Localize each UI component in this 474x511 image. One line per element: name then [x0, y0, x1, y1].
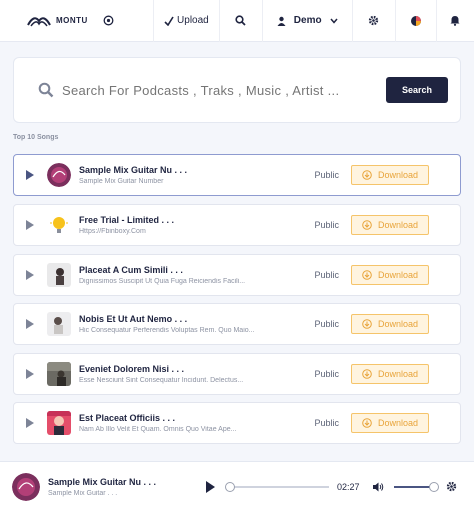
search-icon	[235, 15, 246, 26]
player-title[interactable]: Sample Mix Guitar Nu . . .	[48, 477, 198, 487]
time-display: 02:27	[337, 481, 360, 492]
download-label: Download	[377, 319, 419, 329]
download-label: Download	[377, 270, 419, 280]
download-icon	[362, 220, 372, 230]
theme-toggle-button[interactable]	[394, 0, 436, 42]
song-row[interactable]: Est Placeat Officiis . . . Nam Ab Illo V…	[13, 402, 461, 444]
song-subtitle: Https://Fbinboxy.Com	[79, 228, 146, 235]
target-icon	[103, 15, 114, 26]
player-info: Sample Mix Guitar Nu . . . Sample Mix Gu…	[48, 477, 198, 497]
song-info: Placeat A Cum Simili . . . Dignissimos S…	[79, 265, 275, 285]
volume-knob[interactable]	[428, 481, 439, 492]
target-button[interactable]	[89, 0, 128, 42]
section-title: Top 10 Songs	[13, 134, 59, 141]
song-subtitle: Sample Mix Guitar Number	[79, 178, 164, 185]
song-thumbnail	[47, 312, 71, 336]
logo[interactable]: MONTU	[0, 13, 89, 29]
song-title[interactable]: Est Placeat Officiis . . .	[79, 413, 275, 423]
user-menu[interactable]: Demo	[261, 0, 352, 42]
user-icon	[277, 16, 286, 26]
download-button[interactable]: Download	[351, 314, 429, 334]
settings-button[interactable]	[351, 0, 395, 42]
upload-label: Upload	[177, 15, 209, 26]
audio-player: Sample Mix Guitar Nu . . . Sample Mix Gu…	[0, 461, 474, 511]
logo-text: MONTU	[56, 16, 88, 25]
notifications-button[interactable]	[435, 0, 474, 42]
song-subtitle: Dignissimos Suscipit Ut Quia Fuga Reicie…	[79, 278, 246, 285]
visibility-label: Public	[314, 170, 339, 180]
progress-bar[interactable]	[225, 481, 329, 492]
visibility-label: Public	[314, 418, 339, 428]
download-icon	[362, 418, 372, 428]
volume-icon[interactable]	[372, 481, 384, 493]
play-icon[interactable]	[26, 369, 34, 379]
volume-slider[interactable]	[393, 481, 439, 492]
progress-knob[interactable]	[225, 481, 235, 492]
song-title[interactable]: Placeat A Cum Simili . . .	[79, 265, 275, 275]
song-info: Est Placeat Officiis . . . Nam Ab Illo V…	[79, 413, 275, 433]
download-label: Download	[377, 418, 419, 428]
song-subtitle: Nam Ab Illo Velit Et Quam. Omnis Quo Vit…	[79, 426, 237, 433]
download-icon	[362, 369, 372, 379]
song-row[interactable]: Placeat A Cum Simili . . . Dignissimos S…	[13, 254, 461, 296]
song-info: Eveniet Dolorem Nisi . . . Esse Nesciunt…	[79, 364, 275, 384]
player-gear-icon[interactable]	[446, 481, 457, 492]
song-info: Free Trial - Limited . . . Https://Fbinb…	[79, 215, 275, 235]
song-info: Sample Mix Guitar Nu . . . Sample Mix Gu…	[79, 165, 275, 185]
visibility-label: Public	[314, 220, 339, 230]
song-row[interactable]: Free Trial - Limited . . . Https://Fbinb…	[13, 204, 461, 246]
download-label: Download	[377, 170, 419, 180]
song-title[interactable]: Sample Mix Guitar Nu . . .	[79, 165, 275, 175]
song-thumbnail	[47, 213, 71, 237]
download-label: Download	[377, 369, 419, 379]
download-icon	[362, 270, 372, 280]
header-search-button[interactable]	[218, 0, 262, 42]
user-name: Demo	[293, 15, 322, 26]
download-icon	[362, 319, 372, 329]
play-icon[interactable]	[26, 270, 34, 280]
song-info: Nobis Et Ut Aut Nemo . . . Hic Consequat…	[79, 314, 275, 334]
logo-icon	[27, 16, 51, 26]
search-button[interactable]: Search	[386, 77, 448, 103]
play-icon[interactable]	[26, 220, 34, 230]
player-thumbnail	[12, 472, 40, 501]
song-thumbnail	[47, 411, 71, 435]
song-subtitle: Hic Consequatur Perferendis Voluptas Rem…	[79, 327, 255, 334]
search-input[interactable]	[62, 82, 386, 98]
visibility-label: Public	[314, 319, 339, 329]
chevron-down-icon	[330, 18, 338, 24]
upload-button[interactable]: Upload	[153, 0, 219, 42]
download-button[interactable]: Download	[351, 165, 429, 185]
song-thumbnail	[47, 362, 71, 386]
play-icon[interactable]	[26, 170, 34, 180]
download-button[interactable]: Download	[351, 265, 429, 285]
download-icon	[362, 170, 372, 180]
play-icon[interactable]	[26, 319, 34, 329]
song-thumbnail	[47, 163, 71, 187]
bell-icon	[450, 16, 460, 26]
song-title[interactable]: Free Trial - Limited . . .	[79, 215, 275, 225]
download-button[interactable]: Download	[351, 215, 429, 235]
song-title[interactable]: Nobis Et Ut Aut Nemo . . .	[79, 314, 275, 324]
song-row[interactable]: Sample Mix Guitar Nu . . . Sample Mix Gu…	[13, 154, 461, 196]
song-row[interactable]: Eveniet Dolorem Nisi . . . Esse Nesciunt…	[13, 353, 461, 395]
gear-icon	[369, 15, 379, 26]
top-header: MONTU Upload Demo	[0, 0, 474, 42]
play-icon[interactable]	[26, 418, 34, 428]
song-row[interactable]: Nobis Et Ut Aut Nemo . . . Hic Consequat…	[13, 303, 461, 345]
player-subtitle: Sample Mix Guitar . . .	[48, 489, 118, 497]
visibility-label: Public	[314, 270, 339, 280]
search-icon	[38, 82, 54, 98]
visibility-label: Public	[314, 369, 339, 379]
download-button[interactable]: Download	[351, 413, 429, 433]
song-subtitle: Esse Nesciunt Sint Consequatur Incidunt.…	[79, 377, 244, 384]
theme-toggle-icon	[410, 15, 421, 26]
song-thumbnail	[47, 263, 71, 287]
player-play-icon[interactable]	[206, 480, 215, 493]
search-panel: Search	[13, 57, 461, 123]
download-button[interactable]: Download	[351, 364, 429, 384]
upload-icon	[164, 16, 174, 26]
song-title[interactable]: Eveniet Dolorem Nisi . . .	[79, 364, 275, 374]
download-label: Download	[377, 220, 419, 230]
